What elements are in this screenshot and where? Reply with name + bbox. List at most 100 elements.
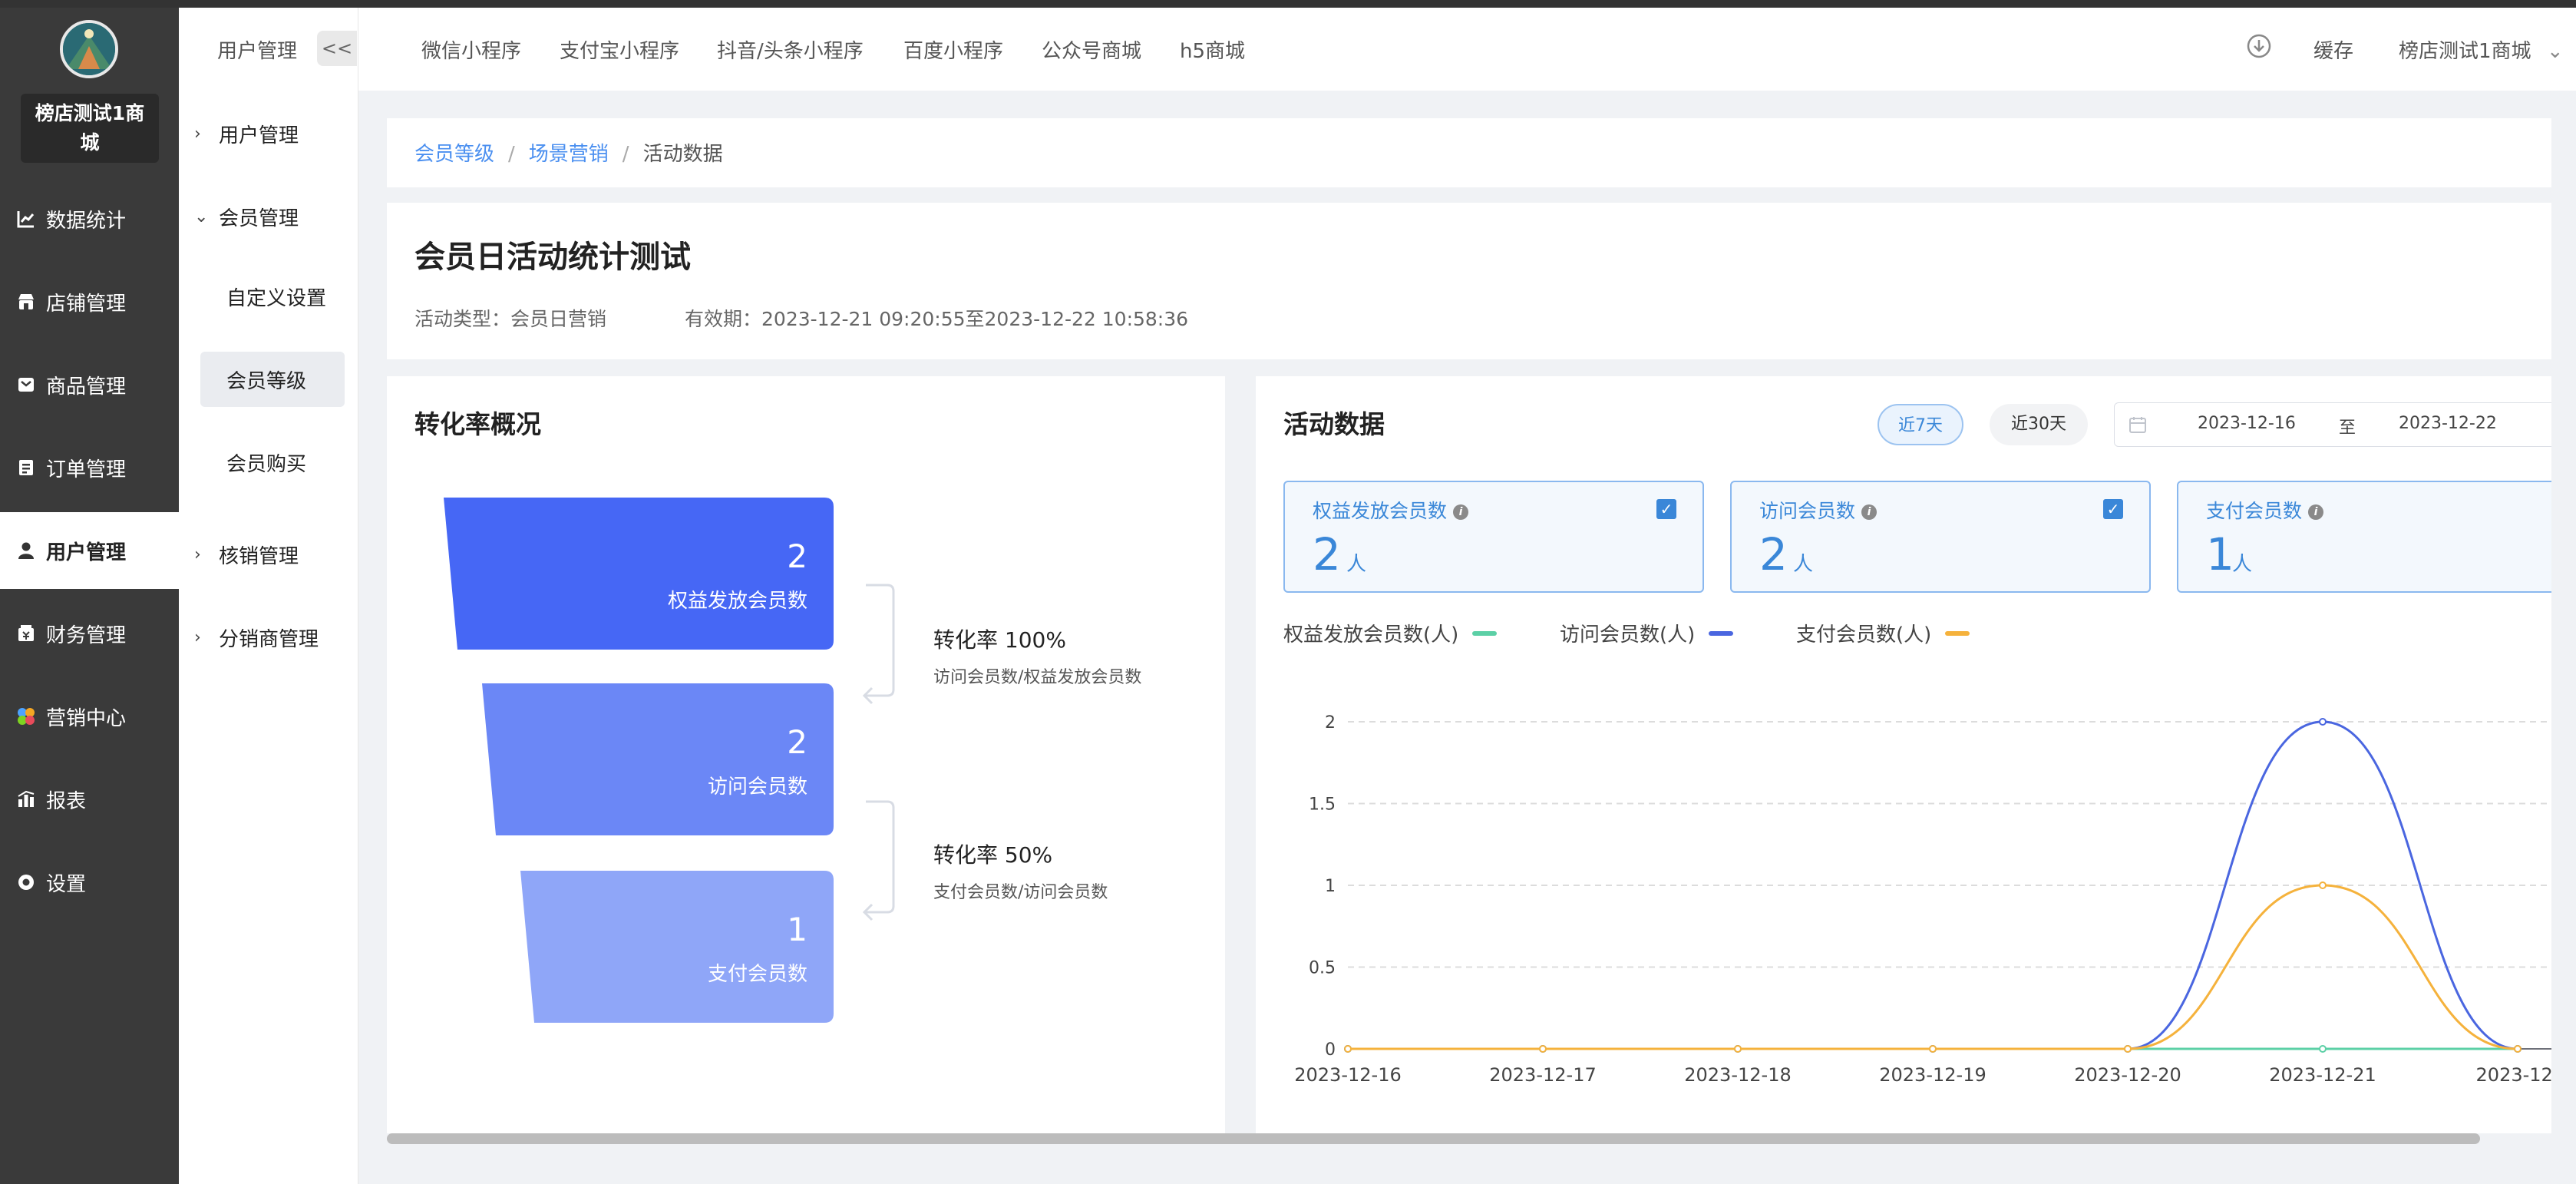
funnel-step-granted: 2 权益发放会员数: [434, 498, 834, 650]
funnel-shape-path: [482, 683, 834, 835]
subnav-group-member-manage[interactable]: ⌄ 会员管理: [194, 203, 299, 231]
x-tick-label: 2023-12-18: [1684, 1064, 1791, 1086]
stat-unit: 人: [2232, 553, 2253, 576]
legend-item-paid[interactable]: 支付会员数(人): [1796, 619, 1970, 647]
stat-card-visited[interactable]: 访问会员数 i ✓ 2 人: [1730, 481, 2151, 593]
subnav-title: 用户管理: [217, 40, 298, 63]
info-icon[interactable]: i: [1861, 504, 1878, 520]
tab-official-account[interactable]: 公众号商城: [1042, 35, 1141, 64]
chevron-down-icon: ⌄: [194, 207, 209, 227]
nav-item-marketing[interactable]: 营销中心: [0, 678, 179, 755]
breadcrumb-separator: /: [622, 143, 629, 166]
store-icon: [15, 291, 37, 313]
shop-logo[interactable]: [60, 20, 118, 78]
top-navbar: 微信小程序 支付宝小程序 抖音/头条小程序 百度小程序 公众号商城 h5商城 缓…: [358, 8, 2576, 91]
y-tick-label: 0.5: [1309, 959, 1336, 978]
breadcrumb-link-member-level[interactable]: 会员等级: [414, 143, 494, 166]
chevron-down-icon: ⌄: [2546, 40, 2564, 63]
tab-wechat-mini[interactable]: 微信小程序: [421, 35, 521, 64]
subnav-group-label: 核销管理: [219, 545, 299, 568]
activity-info-card: 会员日活动统计测试 活动类型：会员日营销 有效期：2023-12-21 09:2…: [387, 203, 2551, 359]
subnav-group-label: 用户管理: [219, 124, 299, 147]
funnel-step-value: 2: [787, 537, 807, 575]
conversion-section-title: 转化率概况: [414, 409, 541, 439]
stat-label: 访问会员数: [1759, 500, 1856, 522]
info-icon[interactable]: i: [2308, 504, 2324, 520]
stat-label: 权益发放会员数: [1313, 500, 1448, 522]
stat-label-wrap: 支付会员数 i: [2206, 496, 2324, 524]
subnav-group-user-manage[interactable]: › 用户管理: [194, 120, 299, 148]
secondary-sidebar: 用户管理 << › 用户管理 ⌄ 会员管理 自定义设置 会员等级 会员购买 › …: [179, 8, 358, 1184]
stat-checkbox[interactable]: ✓: [2103, 499, 2123, 519]
range-7-days-button[interactable]: 近7天: [1878, 404, 1963, 445]
date-range-picker[interactable]: 2023-12-16 至 2023-12-22: [2114, 402, 2551, 447]
tab-douyin-mini[interactable]: 抖音/头条小程序: [717, 35, 864, 64]
conversion-overview-card: 转化率概况 2 权益发放会员数 2 访问会员数 1 支付会员数 转化率 100%…: [387, 376, 1225, 1133]
y-tick-label: 1: [1325, 877, 1336, 896]
chart-line-icon: [15, 208, 37, 230]
range-30-days-button[interactable]: 近30天: [1990, 404, 2088, 445]
funnel-step-visited: 2 访问会员数: [473, 683, 834, 835]
shop-switcher[interactable]: 榜店测试1商城 ⌄: [2399, 35, 2564, 64]
subnav-item-member-level[interactable]: 会员等级: [200, 352, 345, 407]
stat-card-paid[interactable]: 支付会员数 i 1 人: [2177, 481, 2551, 593]
stat-value: 2: [1313, 528, 1341, 580]
nav-label: 设置: [46, 872, 87, 896]
conversion-rate-value: 转化率 50%: [933, 842, 1053, 868]
stat-card-granted[interactable]: 权益发放会员数 i ✓ 2 人: [1283, 481, 1704, 593]
nav-item-store[interactable]: 店铺管理: [0, 263, 179, 340]
nav-item-goods[interactable]: 商品管理: [0, 346, 179, 423]
data-point: [2124, 1045, 2132, 1053]
info-icon[interactable]: i: [1453, 504, 1469, 520]
data-point: [2514, 1045, 2522, 1053]
tab-h5-mall[interactable]: h5商城: [1180, 35, 1245, 64]
nav-label: 店铺管理: [46, 292, 127, 316]
subnav-group-label: 分销商管理: [219, 628, 319, 651]
subnav-header: 用户管理 <<: [179, 8, 358, 91]
funnel-step-value: 1: [787, 911, 807, 948]
funnel-connectors: [862, 584, 895, 921]
nav-item-report[interactable]: 报表: [0, 761, 179, 838]
date-start[interactable]: 2023-12-16: [2198, 414, 2296, 433]
stat-checkbox[interactable]: ✓: [1656, 499, 1676, 519]
shop-name[interactable]: 榜店测试1商城: [21, 94, 159, 163]
nav-label: 商品管理: [46, 375, 127, 399]
page-title: 会员日活动统计测试: [414, 240, 691, 275]
legend-swatch: [1709, 630, 1734, 636]
order-icon: [15, 457, 37, 478]
nav-item-settings[interactable]: 设置: [0, 844, 179, 921]
horizontal-scrollbar[interactable]: [387, 1133, 2480, 1144]
window-top-strip: [0, 0, 2576, 8]
stat-value: 1: [2206, 528, 2234, 580]
y-tick-label: 0: [1325, 1040, 1336, 1060]
chevron-right-icon: ›: [194, 628, 201, 647]
nav-label: 财务管理: [46, 623, 127, 647]
activity-type-value: 会员日营销: [510, 308, 607, 330]
subnav-item-member-purchase[interactable]: 会员购买: [200, 435, 345, 490]
subnav-group-verification[interactable]: › 核销管理: [194, 541, 299, 569]
download-icon[interactable]: [2247, 34, 2271, 64]
data-point: [2319, 1045, 2327, 1053]
connector-line: [866, 800, 895, 914]
date-end[interactable]: 2023-12-22: [2399, 414, 2497, 433]
subnav-item-custom-settings[interactable]: 自定义设置: [200, 269, 345, 324]
nav-label: 数据统计: [46, 209, 127, 233]
legend-item-visited[interactable]: 访问会员数(人): [1560, 619, 1734, 647]
cache-button[interactable]: 缓存: [2313, 35, 2353, 64]
tab-alipay-mini[interactable]: 支付宝小程序: [560, 35, 679, 64]
nav-item-orders[interactable]: 订单管理: [0, 429, 179, 506]
breadcrumb-card: 会员等级 / 场景营销 / 活动数据: [387, 118, 2551, 187]
activity-period-value: 2023-12-21 09:20:55至2023-12-22 10:58:36: [761, 308, 1189, 330]
collapse-sidebar-button[interactable]: <<: [317, 31, 357, 66]
nav-item-users[interactable]: 用户管理: [0, 512, 179, 589]
x-tick-label: 2023-12-19: [1879, 1064, 1986, 1086]
tab-baidu-mini[interactable]: 百度小程序: [903, 35, 1003, 64]
breadcrumb-link-scene-marketing[interactable]: 场景营销: [529, 143, 609, 166]
subnav-group-distributor[interactable]: › 分销商管理: [194, 623, 319, 652]
nav-item-data-stats[interactable]: 数据统计: [0, 180, 179, 257]
settings-icon: [15, 871, 37, 893]
nav-item-finance[interactable]: 财务管理: [0, 595, 179, 672]
x-tick-label: 2023-12-: [2476, 1064, 2551, 1086]
legend-item-granted[interactable]: 权益发放会员数(人): [1283, 619, 1498, 647]
breadcrumb-separator: /: [508, 143, 515, 166]
